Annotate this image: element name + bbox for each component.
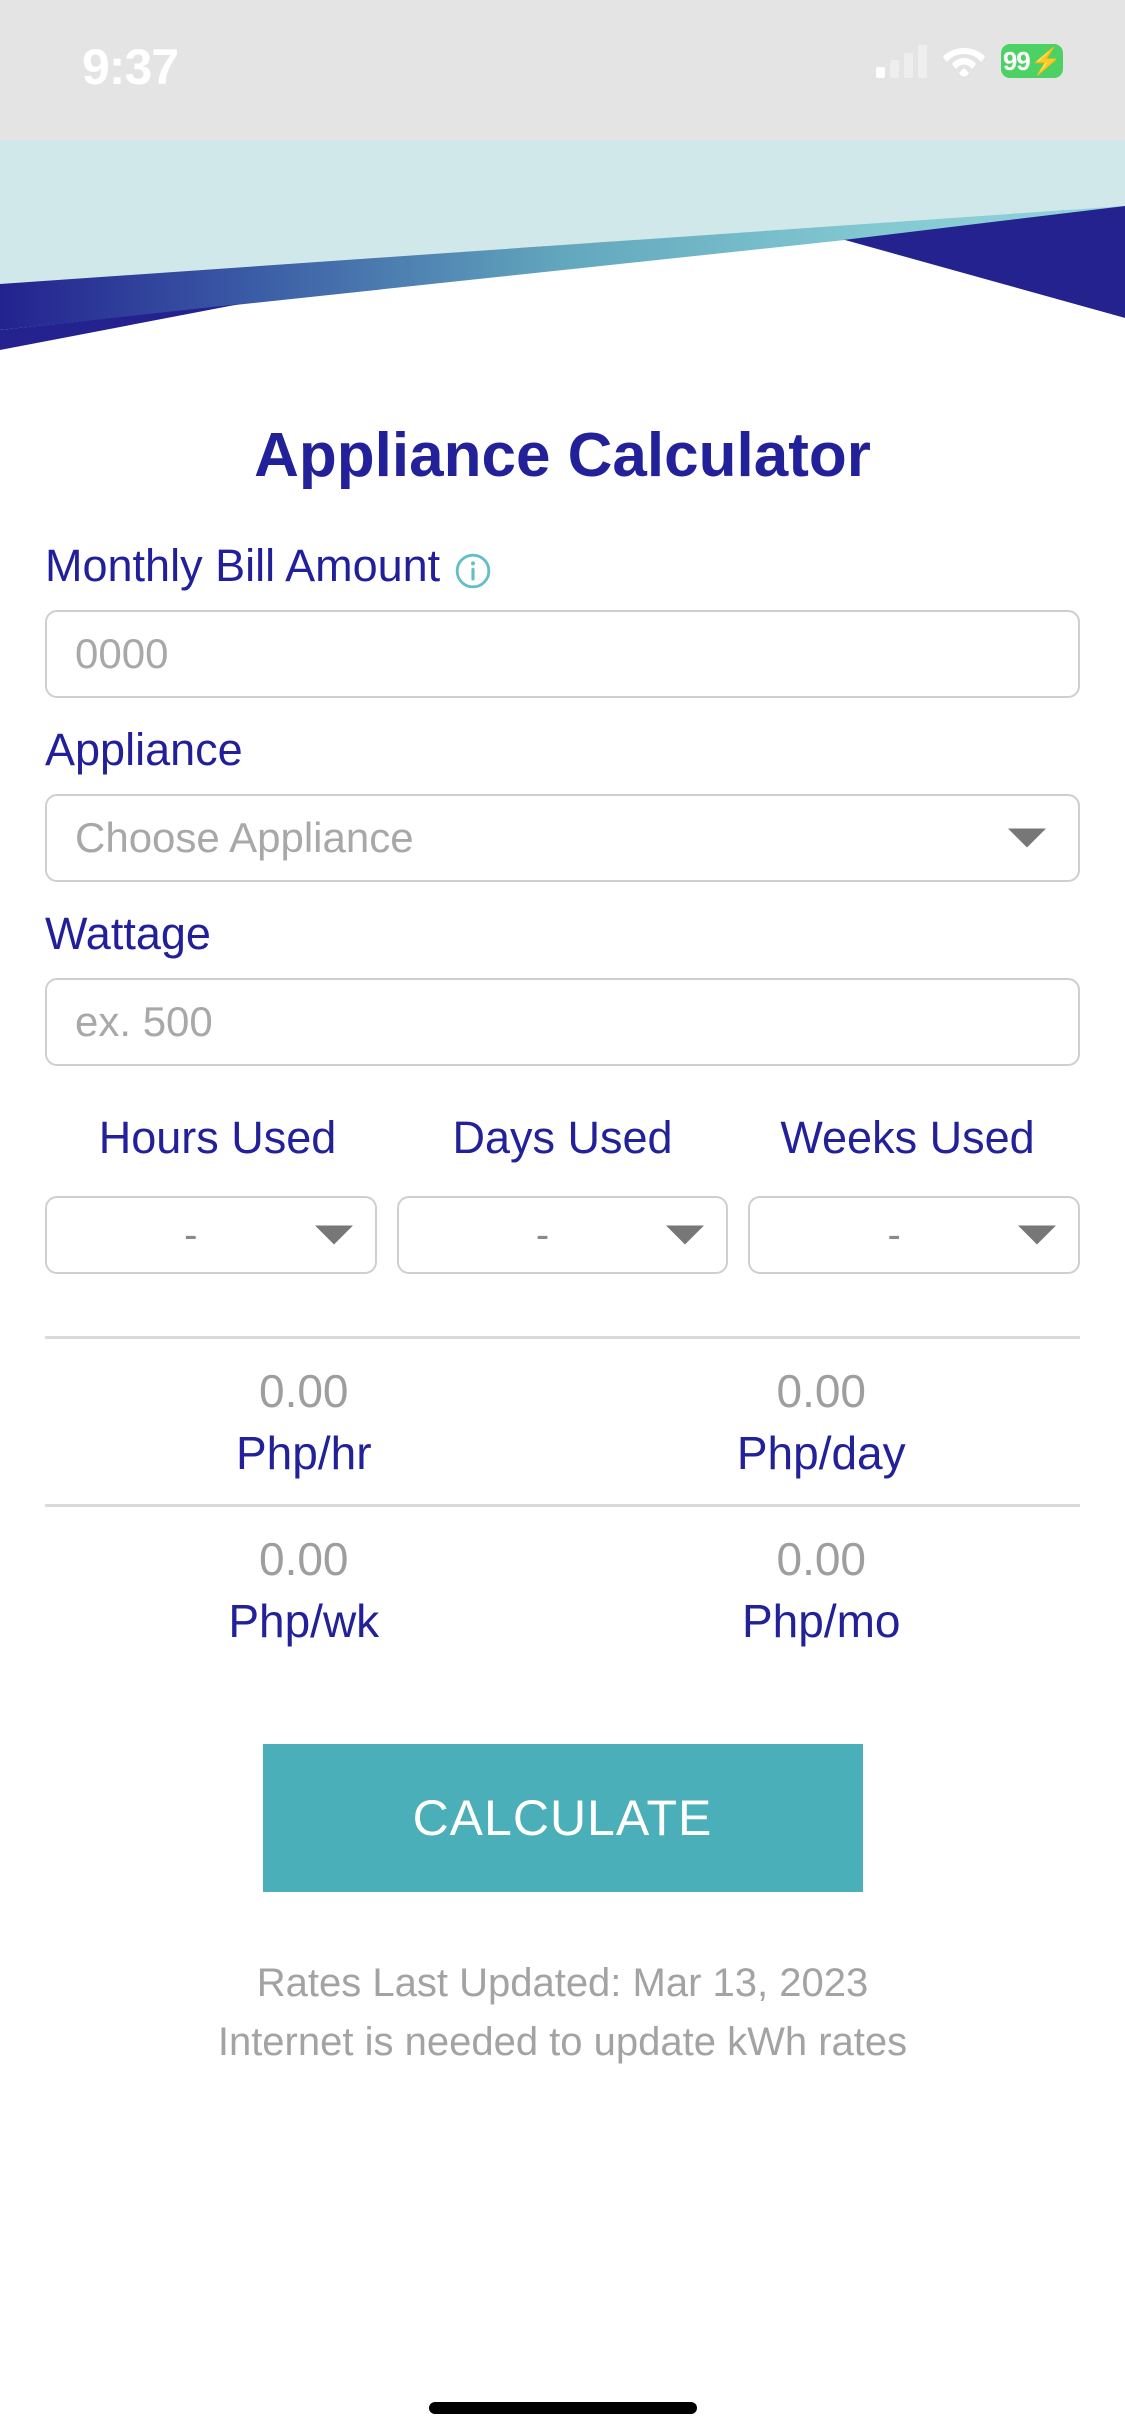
usage-headers: Hours Used Days Used Weeks Used — [45, 1112, 1080, 1164]
rates-last-updated-text: Rates Last Updated: Mar 13, 2023 — [256, 1961, 869, 2005]
chevron-down-icon — [314, 1225, 353, 1245]
appliance-select[interactable]: Choose Appliance — [45, 794, 1080, 882]
monthly-bill-input[interactable]: 0000 — [45, 610, 1080, 698]
results-row: 0.00 Php/wk 0.00 Php/mo — [45, 1507, 1080, 1672]
wifi-icon — [942, 44, 986, 78]
hours-used-value: - — [184, 1212, 198, 1257]
result-php-per-day: 0.00 Php/day — [563, 1363, 1081, 1482]
result-php-per-hour: 0.00 Php/hr — [45, 1363, 563, 1482]
result-unit: Php/wk — [228, 1594, 380, 1647]
wattage-label-row: Wattage — [45, 908, 1125, 960]
appliance-label-row: Appliance — [45, 724, 1125, 776]
result-value: 0.00 — [258, 1365, 349, 1417]
battery-charging-bolt-icon: ⚡ — [1029, 45, 1062, 76]
appliance-label: Appliance — [45, 724, 243, 775]
wattage-placeholder: ex. 500 — [75, 998, 213, 1045]
chevron-down-icon — [1008, 828, 1046, 848]
calculator-form: Monthly Bill Amount 0000 Appliance Choos… — [0, 540, 1125, 2072]
home-indicator[interactable] — [428, 2402, 697, 2414]
days-used-value: - — [535, 1212, 550, 1257]
page-title: Appliance Calculator — [254, 421, 871, 490]
monthly-bill-label: Monthly Bill Amount — [45, 540, 441, 591]
weeks-used-select[interactable]: - — [748, 1196, 1081, 1274]
battery-indicator: 99 ⚡ — [1001, 44, 1063, 78]
back-button[interactable]: Back — [58, 190, 160, 244]
days-used-select[interactable]: - — [396, 1196, 729, 1274]
app-screen: 9:37 99 ⚡ Back Appliance Calculator Mont… — [0, 0, 1125, 2436]
meralco-lightning-logo — [504, 162, 622, 280]
cellular-signal-icon — [876, 44, 927, 78]
wattage-label: Wattage — [45, 908, 211, 959]
usage-selects: - - - — [45, 1196, 1081, 1274]
results-row: 0.00 Php/hr 0.00 Php/day — [45, 1339, 1080, 1504]
status-bar-indicators: 99 ⚡ — [876, 44, 1063, 78]
results-section: 0.00 Php/hr 0.00 Php/day 0.00 Php/wk 0.0… — [45, 1336, 1080, 1672]
weeks-used-value: - — [887, 1212, 901, 1257]
result-value: 0.00 — [776, 1365, 867, 1417]
internet-needed-text: Internet is needed to update kWh rates — [217, 2020, 908, 2065]
refresh-icon[interactable] — [1001, 182, 1077, 258]
result-value: 0.00 — [258, 1533, 349, 1585]
weeks-used-label: Weeks Used — [780, 1112, 1035, 1163]
chevron-down-icon — [1018, 1225, 1057, 1245]
info-circle-icon[interactable] — [454, 549, 492, 589]
result-unit: Php/hr — [235, 1426, 372, 1479]
wattage-input[interactable]: ex. 500 — [45, 978, 1080, 1066]
hours-used-select[interactable]: - — [45, 1196, 377, 1274]
hours-used-label: Hours Used — [98, 1112, 337, 1163]
result-unit: Php/day — [736, 1426, 906, 1479]
calculate-button[interactable]: CALCULATE — [262, 1744, 863, 1892]
battery-level-text: 99 — [1002, 45, 1031, 76]
app-header: Back — [0, 140, 1125, 310]
chevron-down-icon — [666, 1225, 705, 1245]
result-php-per-week: 0.00 Php/wk — [45, 1531, 563, 1650]
result-php-per-month: 0.00 Php/mo — [563, 1531, 1081, 1650]
days-used-label: Days Used — [452, 1112, 673, 1163]
footer-notes: Rates Last Updated: Mar 13, 2023 Interne… — [0, 1954, 1125, 2072]
result-unit: Php/mo — [741, 1594, 901, 1647]
appliance-placeholder: Choose Appliance — [75, 814, 414, 861]
status-bar: 9:37 99 ⚡ — [0, 0, 1125, 140]
status-bar-time: 9:37 — [82, 39, 179, 95]
monthly-bill-placeholder: 0000 — [75, 630, 169, 677]
result-value: 0.00 — [776, 1533, 867, 1585]
monthly-bill-label-row: Monthly Bill Amount — [45, 540, 1125, 592]
